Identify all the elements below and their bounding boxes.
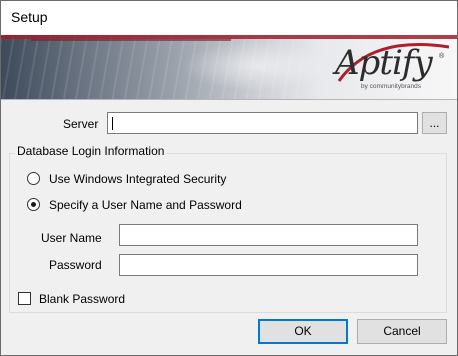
aptify-banner: Aptify ® by communitybrands <box>1 35 457 99</box>
blank-password-checkbox-row[interactable]: Blank Password <box>18 290 168 308</box>
server-input[interactable] <box>107 112 418 134</box>
text-caret <box>112 117 113 130</box>
banner-separator <box>1 99 457 100</box>
radio-specify-credentials[interactable]: Specify a User Name and Password <box>27 196 287 214</box>
blank-password-label: Blank Password <box>39 292 126 306</box>
server-label: Server <box>63 117 99 131</box>
window-title: Setup <box>11 9 48 25</box>
server-browse-button[interactable]: ... <box>422 112 447 134</box>
radio-button-selected[interactable] <box>27 198 40 211</box>
password-label: Password <box>49 258 102 272</box>
database-login-group-title: Database Login Information <box>15 144 167 158</box>
radio-specify-credentials-label: Specify a User Name and Password <box>49 198 242 212</box>
setup-dialog: Setup Aptify ® by communitybrands Server… <box>0 0 458 356</box>
username-input[interactable] <box>119 224 418 246</box>
logo-registered-mark: ® <box>439 53 445 60</box>
radio-windows-integrated-label: Use Windows Integrated Security <box>49 172 227 186</box>
radio-windows-integrated[interactable]: Use Windows Integrated Security <box>27 170 277 188</box>
ok-button[interactable]: OK <box>258 319 348 344</box>
cancel-button[interactable]: Cancel <box>357 319 447 344</box>
banner-glow <box>181 41 331 91</box>
password-input[interactable] <box>119 254 418 276</box>
logo-wordmark: Aptify <box>335 43 433 83</box>
radio-button-unselected[interactable] <box>27 172 40 185</box>
logo-tagline: by communitybrands <box>361 83 421 90</box>
aptify-logo: Aptify ® by communitybrands <box>331 39 451 95</box>
radio-selected-dot <box>31 202 36 207</box>
blank-password-checkbox[interactable] <box>18 292 31 305</box>
title-bar[interactable]: Setup <box>1 1 457 35</box>
username-label: User Name <box>41 231 102 245</box>
